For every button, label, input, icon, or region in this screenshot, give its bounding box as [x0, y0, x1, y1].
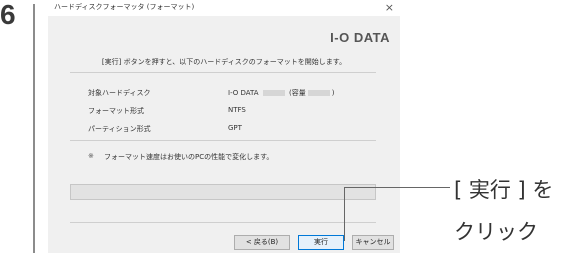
brand-logo: I-O DATA	[330, 30, 390, 45]
target-disk-value: I-O DATA (容量)	[228, 88, 335, 98]
cancel-button[interactable]: キャンセル	[352, 235, 394, 250]
target-disk-label: 対象ハードディスク	[88, 89, 151, 97]
target-disk-model: I-O DATA	[228, 89, 259, 97]
capacity-label: (容量	[289, 89, 306, 97]
step-number: 6	[0, 0, 16, 30]
back-button[interactable]: < 戻る(B)	[234, 235, 290, 250]
note-mark: ※	[88, 152, 94, 160]
divider	[70, 222, 376, 223]
format-dialog: ハードディスクフォーマッタ (フォーマット) × I-O DATA [実行] ボ…	[48, 0, 400, 253]
progress-bar	[70, 184, 376, 200]
redacted-block	[262, 90, 285, 96]
capacity-close: )	[331, 89, 335, 97]
callout-leader-vertical	[344, 187, 345, 241]
divider	[70, 72, 376, 73]
format-type-label: フォーマット形式	[88, 107, 144, 115]
title-bar: ハードディスクフォーマッタ (フォーマット) ×	[48, 0, 400, 16]
run-button[interactable]: 実行	[298, 235, 344, 250]
note-text: フォーマット速度はお使いのPCの性能で変化します。	[104, 153, 274, 161]
format-type-value: NTFS	[228, 106, 246, 114]
divider	[70, 140, 376, 141]
step-divider	[33, 4, 35, 253]
callout-line2: クリック	[454, 220, 538, 244]
partition-type-label: パーティション形式	[88, 125, 151, 133]
redacted-block	[307, 90, 330, 96]
window-title: ハードディスクフォーマッタ (フォーマット)	[54, 3, 195, 11]
partition-type-value: GPT	[228, 124, 242, 132]
callout-line1: [ 実行 ] を	[454, 178, 554, 202]
callout-leader-horizontal	[344, 187, 450, 188]
close-icon[interactable]: ×	[385, 0, 394, 16]
intro-text: [実行] ボタンを押すと、以下のハードディスクのフォーマットを開始します。	[101, 58, 347, 66]
